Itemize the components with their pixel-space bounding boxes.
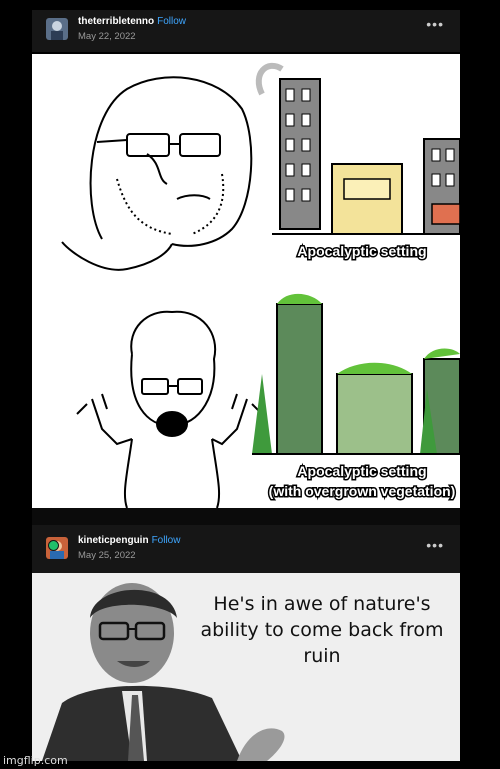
caption-top: Apocalyptic setting (297, 243, 426, 259)
watermark: imgflip.com (3, 754, 68, 767)
username[interactable]: kineticpenguin Follow (78, 535, 180, 546)
username-text[interactable]: kineticpenguin (78, 535, 149, 546)
user-avatar[interactable] (46, 18, 68, 40)
more-options-icon[interactable]: ••• (426, 537, 444, 553)
follow-button[interactable]: Follow (152, 535, 181, 546)
post-date: May 25, 2022 (78, 550, 136, 561)
post-date: May 22, 2022 (78, 31, 136, 42)
username-text[interactable]: theterribletenno (78, 16, 154, 27)
meme-comic: Apocalyptic setting Apocalyptic setting … (32, 54, 460, 508)
post-header: kineticpenguin Follow May 25, 2022 ••• (32, 525, 460, 573)
post-divider (32, 508, 460, 525)
post-image: He's in awe of nature's ability to come … (32, 573, 460, 761)
post-header: theterribletenno Follow May 22, 2022 ••• (32, 10, 460, 52)
caption-bottom-line1: Apocalyptic setting (297, 463, 426, 479)
online-badge-icon (48, 540, 59, 551)
username[interactable]: theterribletenno Follow (78, 16, 186, 27)
meme-text: He's in awe of nature's ability to come … (200, 593, 444, 667)
more-options-icon[interactable]: ••• (426, 16, 444, 32)
post-image: Apocalyptic setting Apocalyptic setting … (32, 54, 460, 508)
caption-bottom-line2: (with overgrown vegetation) (269, 483, 456, 499)
follow-button[interactable]: Follow (157, 16, 186, 27)
